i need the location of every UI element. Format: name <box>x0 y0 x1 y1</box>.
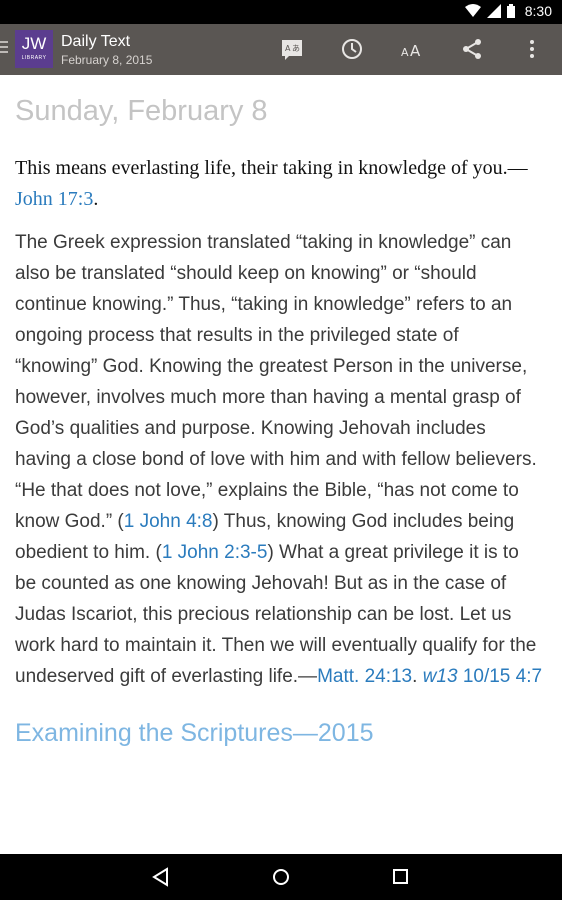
app-bar-title: Daily Text <box>61 33 131 50</box>
history-button[interactable] <box>339 36 365 62</box>
translate-button[interactable]: A あ <box>279 36 305 62</box>
back-button[interactable] <box>149 865 173 889</box>
scripture-link[interactable]: 1 John 2:3-5 <box>162 542 268 563</box>
svg-text:A: A <box>401 46 409 59</box>
recents-icon <box>393 869 408 884</box>
jw-library-logo[interactable]: JW LIBRARY <box>15 30 53 68</box>
scripture-link[interactable]: Matt. 24:13 <box>317 666 412 687</box>
recents-button[interactable] <box>389 865 413 889</box>
app-bar-subtitle: February 8, 2015 <box>61 53 153 67</box>
scripture-link[interactable]: 1 John 4:8 <box>124 511 213 532</box>
publication-link[interactable]: 10/15 4:7 <box>458 666 542 687</box>
navigation-bar <box>0 854 562 900</box>
source-title[interactable]: Examining the Scriptures—2015 <box>15 719 545 748</box>
home-button[interactable] <box>269 865 293 889</box>
share-icon <box>463 39 481 59</box>
app-bar: JW LIBRARY Daily Text February 8, 2015 A… <box>0 24 562 75</box>
share-button[interactable] <box>459 36 485 62</box>
home-icon <box>273 869 289 885</box>
date-heading: Sunday, February 8 <box>15 95 268 127</box>
svg-text:A: A <box>285 44 291 53</box>
overflow-menu-button[interactable] <box>519 36 545 62</box>
daily-text-content: Sunday, February 8 This means everlastin… <box>15 75 545 748</box>
translate-icon: A あ <box>282 40 302 60</box>
text-size-button[interactable]: A A <box>399 36 425 62</box>
publication-link[interactable]: w13 <box>423 666 458 687</box>
history-icon <box>342 39 362 59</box>
scripture-link[interactable]: John 17:3 <box>15 188 93 210</box>
more-vert-icon <box>530 40 534 58</box>
svg-text:A: A <box>410 42 421 60</box>
battery-icon <box>506 4 515 18</box>
comment-paragraph: The Greek expression translated “taking … <box>15 232 543 687</box>
text-size-icon: A A <box>401 42 421 60</box>
signal-icon <box>486 4 501 18</box>
back-icon <box>152 867 168 887</box>
app-bar-titles: Daily Text February 8, 2015 <box>61 32 152 68</box>
svg-text:あ: あ <box>292 44 300 53</box>
status-bar: 8:30 <box>0 0 562 24</box>
status-time: 8:30 <box>524 3 552 19</box>
theme-scripture: This means everlasting life, their takin… <box>15 157 528 210</box>
wifi-icon <box>464 4 481 17</box>
drawer-menu-icon[interactable] <box>0 41 10 57</box>
